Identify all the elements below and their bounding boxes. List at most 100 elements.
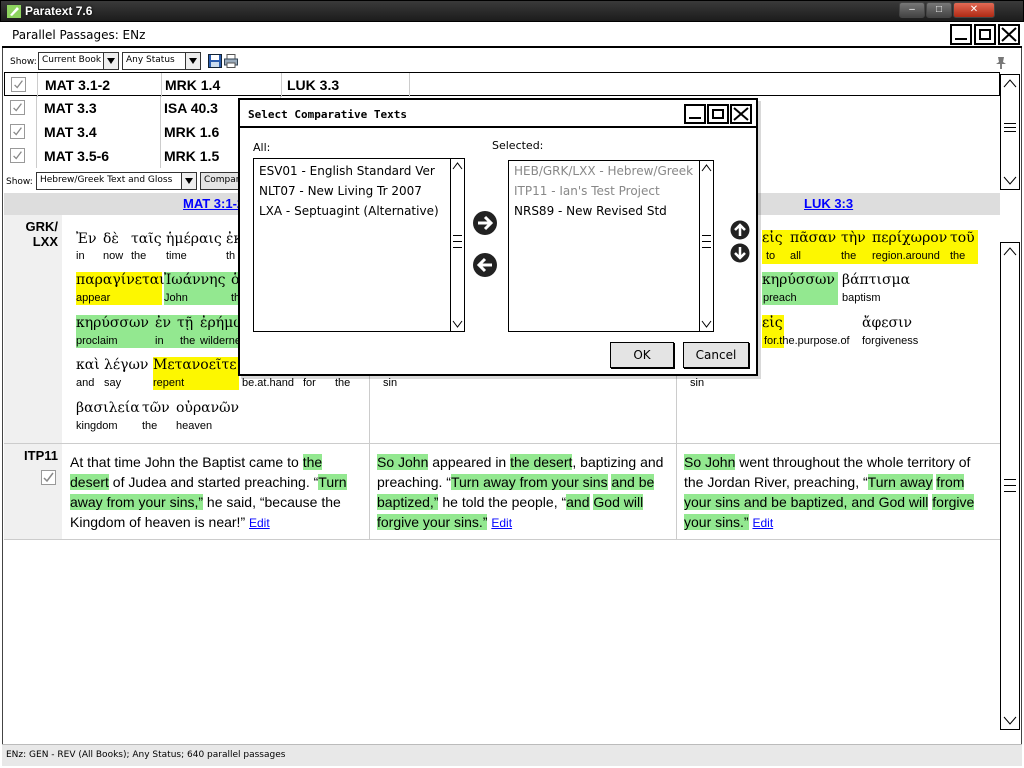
gloss: the [180, 335, 196, 347]
greek-word[interactable]: Ἐν [76, 231, 96, 247]
column-header-link[interactable]: LUK 3:3 [804, 196, 853, 211]
scroll-down-icon[interactable] [452, 319, 463, 329]
selected-label: Selected: [492, 139, 544, 152]
passage-ref: MAT 3.1-2 [45, 77, 111, 93]
scroll-up-icon[interactable] [701, 163, 712, 173]
gloss: in [155, 335, 164, 347]
gloss: wilderne [200, 335, 241, 347]
scroll-up-icon[interactable] [1003, 245, 1017, 257]
gloss: heaven [176, 420, 213, 432]
scroll-up-icon[interactable] [1003, 77, 1017, 89]
list-item[interactable]: NLT07 - New Living Tr 2007 [259, 184, 422, 198]
scroll-down-icon[interactable] [701, 319, 712, 329]
os-window-title: Paratext 7.6 [25, 4, 93, 18]
greek-word[interactable]: τοῦ [950, 230, 975, 246]
list-item[interactable]: HEB/GRK/LXX - Hebrew/Greek [514, 164, 693, 178]
row-label: ITP11 [24, 448, 58, 463]
arrow-right-icon[interactable] [472, 210, 498, 236]
pin-icon[interactable] [994, 56, 1008, 70]
cancel-button[interactable]: Cancel [683, 342, 749, 368]
os-close-button[interactable]: ✕ [953, 2, 995, 18]
row-checkbox[interactable] [41, 470, 56, 485]
gloss: time [166, 250, 187, 262]
gloss: the [142, 420, 158, 432]
text-run: of Judea and started preaching. “ [108, 474, 319, 490]
status-bar: ENz: GEN - REV (All Books); Any Status; … [2, 744, 1022, 766]
all-texts-listbox[interactable]: ESV01 - English Standard Ver NLT07 - New… [253, 158, 465, 332]
arrow-left-icon[interactable] [472, 252, 498, 278]
list-item[interactable]: NRS89 - New Revised Std [514, 204, 667, 218]
list-item[interactable]: LXA - Septuagint (Alternative) [259, 204, 439, 218]
passage-row[interactable]: MAT 3.1-2 MRK 1.4 LUK 3.3 [4, 72, 1000, 97]
row-checkbox[interactable] [10, 124, 25, 139]
list-item[interactable]: ESV01 - English Standard Ver [259, 164, 435, 178]
greek-word[interactable]: βασιλεία [76, 400, 140, 416]
os-minimize-button[interactable]: – [899, 2, 925, 18]
show-label-2: Show: [6, 177, 33, 187]
text-display-select[interactable]: Hebrew/Greek Text and Gloss [36, 172, 182, 190]
arrow-up-icon[interactable] [730, 220, 750, 240]
greek-word[interactable]: καὶ [76, 357, 100, 373]
panel-close-button[interactable] [998, 24, 1020, 45]
greek-word[interactable]: τὴν [841, 230, 866, 246]
select-comparative-texts-dialog: Select Comparative Texts All: Selected: … [238, 98, 758, 376]
status-filter-select[interactable]: Any Status [122, 52, 186, 70]
paratext-app-icon [7, 5, 21, 18]
scroll-up-icon[interactable] [452, 161, 463, 171]
row-checkbox[interactable] [10, 148, 25, 163]
book-filter-select[interactable]: Current Book [38, 52, 104, 70]
gloss: forgiveness [862, 335, 919, 347]
row-checkbox[interactable] [11, 77, 26, 92]
status-filter-dropdown-button[interactable] [185, 52, 201, 70]
greek-word[interactable]: πᾶσαν [790, 230, 836, 246]
greek-word[interactable]: ταῖς [131, 231, 162, 247]
save-icon[interactable] [208, 54, 222, 68]
highlight-run: the [302, 454, 323, 470]
greek-word[interactable]: τῶν [142, 400, 170, 416]
close-icon [733, 107, 749, 121]
row-label: LXX [32, 234, 58, 249]
greek-word[interactable]: δὲ [103, 231, 119, 247]
greek-word[interactable]: οὐρανῶν [176, 400, 239, 416]
greek-word[interactable]: ἐν [155, 315, 171, 331]
text-display-dropdown-button[interactable] [181, 172, 197, 190]
row-checkbox[interactable] [10, 100, 25, 115]
greek-word[interactable]: λέγων [104, 357, 148, 373]
panel-maximize-button[interactable] [974, 24, 996, 45]
panel-titlebar: Parallel Passages: ENz [2, 22, 1022, 48]
ok-button[interactable]: OK [610, 342, 674, 368]
print-icon[interactable] [224, 54, 238, 68]
gloss: in [76, 250, 85, 262]
column-header-link[interactable]: MAT 3:1-2 [183, 196, 244, 211]
listbox-scrollbar[interactable] [699, 161, 713, 331]
greek-word[interactable]: βάπτισμα [842, 272, 910, 288]
greek-word[interactable]: τῇ [177, 315, 193, 331]
dialog-minimize-button[interactable] [684, 104, 706, 124]
arrow-down-icon[interactable] [730, 243, 750, 263]
highlight-run: away from your sins,” [70, 494, 204, 510]
os-maximize-button[interactable]: □ [926, 2, 952, 18]
main-scrollbar[interactable] [1000, 242, 1020, 730]
selected-texts-listbox[interactable]: HEB/GRK/LXX - Hebrew/Greek ITP11 - Ian's… [508, 160, 714, 332]
greek-word[interactable]: περίχωρον [872, 230, 947, 246]
book-filter-dropdown-button[interactable] [103, 52, 119, 70]
gloss: proclaim [76, 335, 118, 347]
highlight-run: So John [684, 454, 736, 470]
highlight-run: and [566, 494, 590, 510]
gloss: be.at.hand [242, 377, 294, 389]
edit-link[interactable]: Edit [491, 516, 512, 530]
scroll-down-icon[interactable] [1003, 715, 1017, 727]
greek-word[interactable]: ἡμέραις [166, 231, 222, 247]
greek-word[interactable]: ἄφεσιν [862, 315, 912, 331]
listbox-scrollbar[interactable] [450, 159, 464, 331]
text-run: At that time John the Baptist came to [70, 454, 303, 470]
gloss: sin [383, 377, 398, 389]
edit-link[interactable]: Edit [249, 516, 270, 530]
panel-minimize-button[interactable] [950, 24, 972, 45]
edit-link[interactable]: Edit [752, 516, 773, 530]
dialog-close-button[interactable] [730, 104, 752, 124]
list-item[interactable]: ITP11 - Ian's Test Project [514, 184, 660, 198]
gloss: the [335, 377, 351, 389]
gloss: th [226, 250, 236, 262]
dialog-maximize-button[interactable] [707, 104, 729, 124]
